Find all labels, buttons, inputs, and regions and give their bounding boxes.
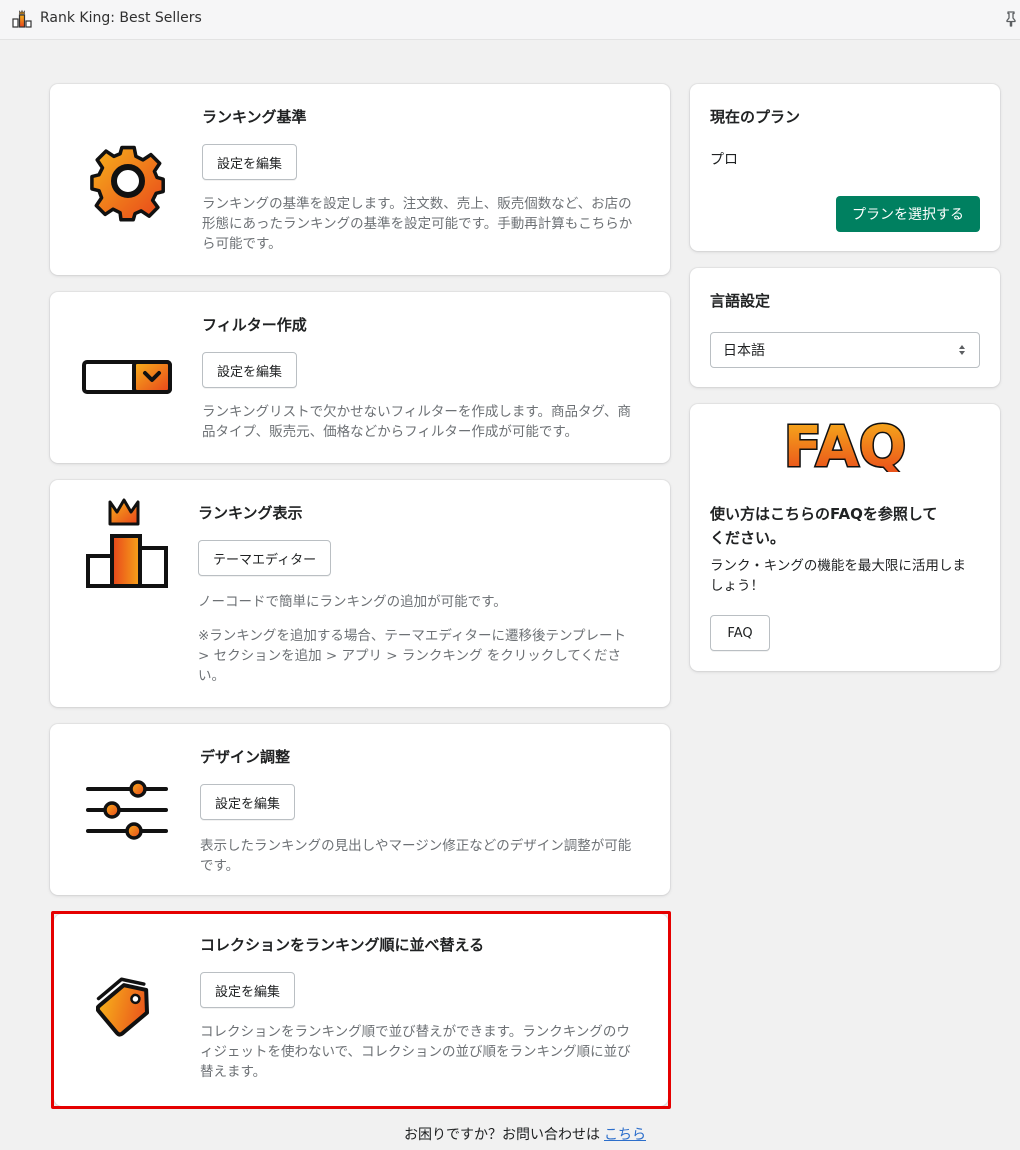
theme-editor-button[interactable]: テーマエディター xyxy=(198,540,332,576)
feature-card-collection-sort: コレクションをランキング順に並べ替える 設定を編集 コレクションをランキング順で… xyxy=(54,914,668,1106)
desc-line: 表示したランキングの見出しやマージン修正などのデザイン調整が可能 xyxy=(200,838,632,854)
desc-line: 品タイプ、販売元、価格などからフィルター作成が可能です。 xyxy=(202,424,578,440)
faq-text: ランク・キングの機能を最大限に活用しま しょう！ xyxy=(710,556,985,596)
edit-settings-button[interactable]: 設定を編集 xyxy=(202,352,298,388)
dropdown-filter-icon xyxy=(82,360,172,394)
feature-title: デザイン調整 xyxy=(200,748,291,766)
feature-card-ranking-display: ランキング表示 テーマエディター ノーコードで簡単にランキングの追加が可能です。… xyxy=(50,480,670,707)
desc-line: 形態にあったランキングの基準を設定可能です。手動再計算もこちらか xyxy=(202,216,633,232)
feature-description: 表示したランキングの見出しやマージン修正などのデザイン調整が可能 です。 xyxy=(200,836,662,876)
language-select[interactable]: 日本語 xyxy=(710,332,980,368)
feature-description: ランキングの基準を設定します。注文数、売上、販売個数など、お店の 形態にあったラ… xyxy=(202,194,662,254)
feature-note: ※ランキングを追加する場合、テーマエディターに遷移後テンプレート > セクション… xyxy=(198,626,660,686)
language-card: 言語設定 日本語 xyxy=(690,268,1000,387)
faq-card: FAQ 使い方はこちらのFAQを参照して ください。 ランク・キングの機能を最大… xyxy=(690,404,1000,671)
faq-heading: 使い方はこちらのFAQを参照して ください。 xyxy=(710,502,980,550)
desc-line: ィジェットを使わないで、コレクションの並び順をランキング順に並び xyxy=(200,1044,631,1060)
select-arrows-icon xyxy=(959,345,965,355)
current-plan-value: プロ xyxy=(710,152,738,168)
feature-description: ランキングリストで欠かせないフィルターを作成します。商品タグ、商 品タイプ、販売… xyxy=(202,402,662,442)
desc-line: コレクションをランキング順で並び替えができます。ランクキングのウ xyxy=(200,1024,630,1040)
feature-card-ranking-criteria: ランキング基準 設定を編集 ランキングの基準を設定します。注文数、売上、販売個数… xyxy=(50,84,670,275)
faq-heading-line: ください。 xyxy=(710,529,786,547)
sliders-icon xyxy=(86,780,168,840)
edit-settings-button[interactable]: 設定を編集 xyxy=(200,972,296,1008)
contact-link[interactable]: こちら xyxy=(604,1124,646,1144)
feature-title: コレクションをランキング順に並べ替える xyxy=(200,936,485,954)
podium-crown-icon xyxy=(86,498,168,588)
app-logo-icon xyxy=(12,9,32,28)
edit-settings-button[interactable]: 設定を編集 xyxy=(202,144,298,180)
faq-text-line: しょう！ xyxy=(710,578,764,594)
desc-line: 替えます。 xyxy=(200,1064,267,1080)
feature-title: ランキング表示 xyxy=(198,504,303,522)
desc-line: です。 xyxy=(200,858,240,874)
gear-icon xyxy=(90,145,165,222)
feature-card-filter: フィルター作成 設定を編集 ランキングリストで欠かせないフィルターを作成します。… xyxy=(50,292,670,463)
feature-description: コレクションをランキング順で並び替えができます。ランクキングのウ ィジェットを使… xyxy=(200,1022,658,1082)
feature-card-design: デザイン調整 設定を編集 表示したランキングの見出しやマージン修正などのデザイン… xyxy=(50,724,670,895)
faq-text-line: ランク・キングの機能を最大限に活用しま xyxy=(710,558,966,574)
feature-title: フィルター作成 xyxy=(202,316,307,334)
app-header: Rank King: Best Sellers xyxy=(0,0,1020,40)
faq-button[interactable]: FAQ xyxy=(710,615,770,651)
faq-logo-text: FAQ xyxy=(784,415,907,472)
feature-title: ランキング基準 xyxy=(202,108,307,126)
help-text: お困りですか？お問い合わせは xyxy=(404,1127,600,1143)
language-title: 言語設定 xyxy=(710,292,771,310)
plan-card: 現在のプラン プロ プランを選択する xyxy=(690,84,1000,251)
language-selected-value: 日本語 xyxy=(723,343,765,359)
note-line: ※ランキングを追加する場合、テーマエディターに遷移後テンプレート xyxy=(198,628,627,644)
faq-logo-icon: FAQ xyxy=(782,414,908,472)
select-plan-button[interactable]: プランを選択する xyxy=(836,196,980,232)
note-line: い。 xyxy=(198,668,225,684)
desc-line: ノーコードで簡単にランキングの追加が可能です。 xyxy=(198,594,507,610)
pin-icon[interactable] xyxy=(1004,11,1018,27)
faq-heading-line: 使い方はこちらのFAQを参照して xyxy=(710,505,938,523)
plan-title: 現在のプラン xyxy=(710,108,801,126)
edit-settings-button[interactable]: 設定を編集 xyxy=(200,784,296,820)
price-tag-icon xyxy=(96,977,149,1037)
note-line: > セクションを追加 > アプリ > ランクキング をクリックしてくださ xyxy=(198,648,621,664)
app-title: Rank King: Best Sellers xyxy=(40,10,202,26)
feature-description: ノーコードで簡単にランキングの追加が可能です。 xyxy=(198,592,660,612)
desc-line: ランキングの基準を設定します。注文数、売上、販売個数など、お店の xyxy=(202,196,632,212)
desc-line: ランキングリストで欠かせないフィルターを作成します。商品タグ、商 xyxy=(202,404,632,420)
desc-line: ら可能です。 xyxy=(202,236,282,252)
